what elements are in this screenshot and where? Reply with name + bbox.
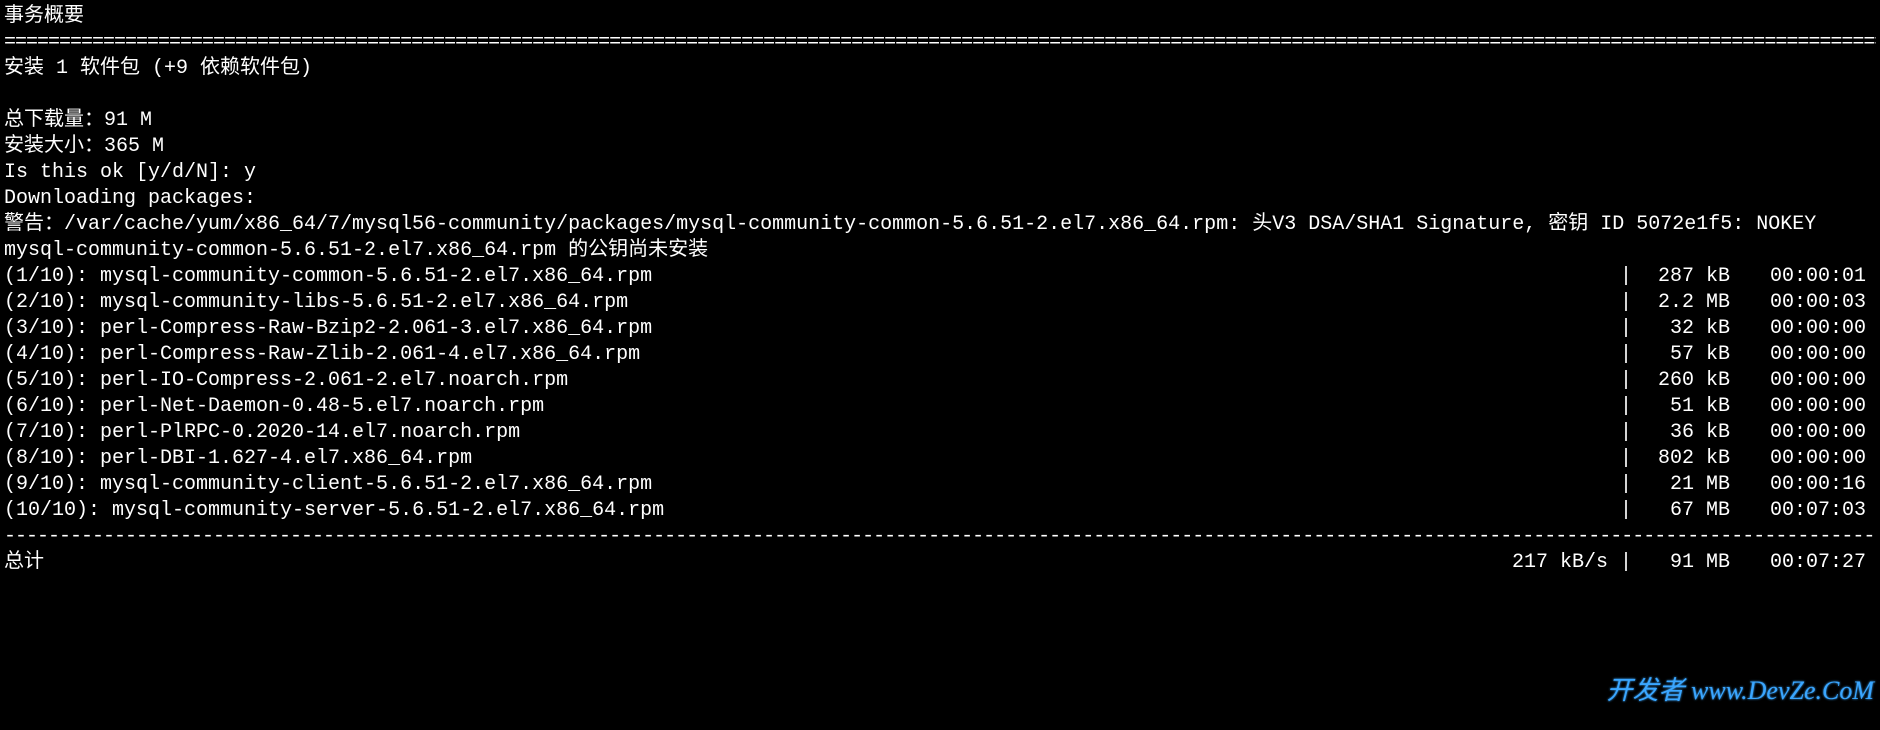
download-row: (4/10): perl-Compress-Raw-Zlib-2.061-4.e… (4, 342, 1876, 368)
download-row: (2/10): mysql-community-libs-5.6.51-2.el… (4, 290, 1876, 316)
downloading-label: Downloading packages: (4, 186, 1876, 212)
download-time: 00:00:00 (1736, 342, 1876, 368)
download-time: 00:00:00 (1736, 420, 1876, 446)
download-total: 总下载量：91 M (4, 108, 1876, 134)
package-name: (9/10): mysql-community-client-5.6.51-2.… (4, 472, 1616, 498)
download-row: (8/10): perl-DBI-1.627-4.el7.x86_64.rpm|… (4, 446, 1876, 472)
transaction-title: 事务概要 (4, 4, 1876, 30)
download-size: 36 kB (1636, 420, 1736, 446)
terminal-output: 事务概要 ===================================… (4, 4, 1876, 576)
download-size: 57 kB (1636, 342, 1736, 368)
pipe-char: | (1616, 420, 1636, 446)
download-list: (1/10): mysql-community-common-5.6.51-2.… (4, 264, 1876, 524)
download-time: 00:00:00 (1736, 394, 1876, 420)
pipe-char: | (1616, 290, 1636, 316)
watermark: 开发者 www.DevZe.CoM (1607, 674, 1874, 708)
package-name: (1/10): mysql-community-common-5.6.51-2.… (4, 264, 1616, 290)
download-size: 32 kB (1636, 316, 1736, 342)
download-row: (10/10): mysql-community-server-5.6.51-2… (4, 498, 1876, 524)
download-size: 21 MB (1636, 472, 1736, 498)
total-time: 00:07:27 (1736, 550, 1876, 576)
download-size: 51 kB (1636, 394, 1736, 420)
pubkey-notice: mysql-community-common-5.6.51-2.el7.x86_… (4, 238, 1876, 264)
divider-top: ========================================… (4, 30, 1876, 56)
total-label: 总计 (4, 550, 1456, 576)
download-row: (7/10): perl-PlRPC-0.2020-14.el7.noarch.… (4, 420, 1876, 446)
download-size: 67 MB (1636, 498, 1736, 524)
divider-bottom: ----------------------------------------… (4, 524, 1876, 550)
pipe-char: | (1616, 394, 1636, 420)
total-speed: 217 kB/s (1456, 550, 1616, 576)
pipe-char: | (1616, 472, 1636, 498)
pipe-char: | (1616, 368, 1636, 394)
download-size: 287 kB (1636, 264, 1736, 290)
package-name: (4/10): perl-Compress-Raw-Zlib-2.061-4.e… (4, 342, 1616, 368)
package-name: (5/10): perl-IO-Compress-2.061-2.el7.noa… (4, 368, 1616, 394)
download-size: 2.2 MB (1636, 290, 1736, 316)
download-row: (5/10): perl-IO-Compress-2.061-2.el7.noa… (4, 368, 1876, 394)
confirm-prompt[interactable]: Is this ok [y/d/N]: y (4, 160, 1876, 186)
pipe-char: | (1616, 264, 1636, 290)
warning-line: 警告：/var/cache/yum/x86_64/7/mysql56-commu… (4, 212, 1876, 238)
package-name: (6/10): perl-Net-Daemon-0.48-5.el7.noarc… (4, 394, 1616, 420)
pipe-char: | (1616, 498, 1636, 524)
install-size: 安装大小：365 M (4, 134, 1876, 160)
pipe-char: | (1616, 550, 1636, 576)
pipe-char: | (1616, 446, 1636, 472)
download-row: (6/10): perl-Net-Daemon-0.48-5.el7.noarc… (4, 394, 1876, 420)
download-time: 00:00:03 (1736, 290, 1876, 316)
download-time: 00:00:00 (1736, 368, 1876, 394)
download-row: (1/10): mysql-community-common-5.6.51-2.… (4, 264, 1876, 290)
download-time: 00:00:01 (1736, 264, 1876, 290)
download-time: 00:00:00 (1736, 446, 1876, 472)
download-size: 260 kB (1636, 368, 1736, 394)
total-size: 91 MB (1636, 550, 1736, 576)
download-size: 802 kB (1636, 446, 1736, 472)
package-name: (7/10): perl-PlRPC-0.2020-14.el7.noarch.… (4, 420, 1616, 446)
download-row: (9/10): mysql-community-client-5.6.51-2.… (4, 472, 1876, 498)
install-line: 安装 1 软件包 (+9 依赖软件包) (4, 56, 1876, 82)
package-name: (2/10): mysql-community-libs-5.6.51-2.el… (4, 290, 1616, 316)
total-row: 总计 217 kB/s | 91 MB 00:07:27 (4, 550, 1876, 576)
package-name: (8/10): perl-DBI-1.627-4.el7.x86_64.rpm (4, 446, 1616, 472)
download-time: 00:00:00 (1736, 316, 1876, 342)
download-time: 00:00:16 (1736, 472, 1876, 498)
package-name: (3/10): perl-Compress-Raw-Bzip2-2.061-3.… (4, 316, 1616, 342)
pipe-char: | (1616, 342, 1636, 368)
pipe-char: | (1616, 316, 1636, 342)
download-time: 00:07:03 (1736, 498, 1876, 524)
package-name: (10/10): mysql-community-server-5.6.51-2… (4, 498, 1616, 524)
download-row: (3/10): perl-Compress-Raw-Bzip2-2.061-3.… (4, 316, 1876, 342)
